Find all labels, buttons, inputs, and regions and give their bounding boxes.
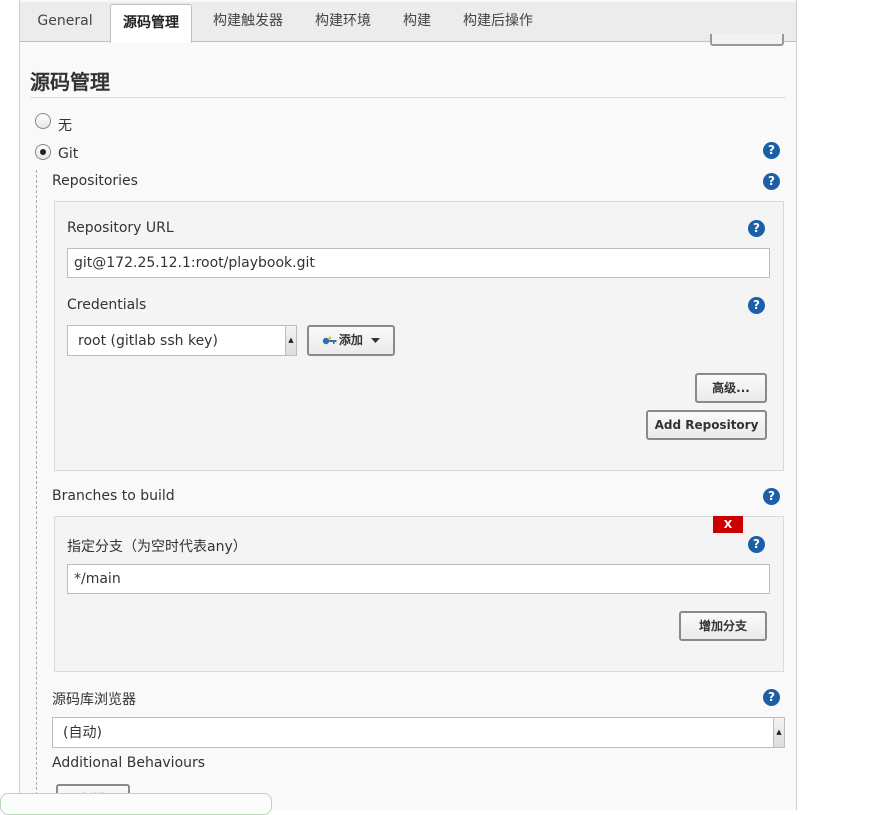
help-icon[interactable]: ? [763, 142, 780, 159]
repository-browser-label: 源码库浏览器 [52, 692, 136, 708]
git-section-indent-line [36, 170, 37, 810]
credentials-value: root (gitlab ssh key) [78, 333, 218, 349]
repository-browser-value: (自动) [63, 725, 102, 741]
credentials-label: Credentials [67, 297, 147, 313]
repository-url-input[interactable]: git@172.25.12.1:root/playbook.git [67, 248, 770, 278]
delete-branch-button[interactable]: X [713, 516, 743, 533]
help-icon[interactable]: ? [748, 536, 765, 553]
bottom-bar-edge [0, 793, 272, 815]
help-icon[interactable]: ? [748, 220, 765, 237]
scm-none-label: 无 [58, 118, 72, 134]
scm-git-radio[interactable] [35, 144, 51, 160]
add-repository-button[interactable]: Add Repository [646, 410, 767, 440]
section-title: 源码管理 [30, 70, 110, 94]
key-icon [322, 336, 337, 344]
caret-down-icon [371, 337, 381, 343]
repository-browser-select[interactable]: (自动) ▲ [52, 717, 785, 748]
add-credentials-button[interactable]: 添加 [307, 325, 395, 356]
caret-down-icon: ▲ [285, 326, 296, 355]
scm-none-radio[interactable] [35, 113, 51, 129]
repositories-label: Repositories [52, 173, 138, 189]
repository-url-label: Repository URL [67, 220, 174, 236]
help-icon[interactable]: ? [763, 488, 780, 505]
section-divider [30, 97, 786, 98]
help-icon[interactable]: ? [763, 689, 780, 706]
tab-post-build[interactable]: 构建后操作 [450, 2, 546, 40]
help-icon[interactable]: ? [763, 173, 780, 190]
tab-general[interactable]: General [28, 2, 102, 40]
credentials-select[interactable]: root (gitlab ssh key) ▲ [67, 325, 297, 356]
help-icon[interactable]: ? [748, 297, 765, 314]
tab-bar: General 源码管理 构建触发器 构建环境 构建 构建后操作 [20, 2, 796, 43]
advanced-button[interactable]: 高级... [695, 373, 767, 403]
tab-scm[interactable]: 源码管理 [110, 4, 192, 43]
add-credentials-label: 添加 [338, 333, 363, 347]
branch-specifier-input[interactable]: */main [67, 564, 770, 594]
scrolled-button-edge [710, 34, 784, 46]
add-branch-button[interactable]: 增加分支 [679, 611, 767, 641]
additional-behaviours-label: Additional Behaviours [52, 755, 206, 771]
tab-triggers[interactable]: 构建触发器 [198, 2, 298, 40]
scm-git-label: Git [58, 146, 79, 162]
branch-specifier-label: 指定分支（为空时代表any） [67, 539, 247, 555]
caret-down-icon: ▲ [773, 718, 784, 747]
tab-build[interactable]: 构建 [392, 2, 442, 40]
tab-build-env[interactable]: 构建环境 [304, 2, 382, 40]
branches-label: Branches to build [52, 488, 175, 504]
